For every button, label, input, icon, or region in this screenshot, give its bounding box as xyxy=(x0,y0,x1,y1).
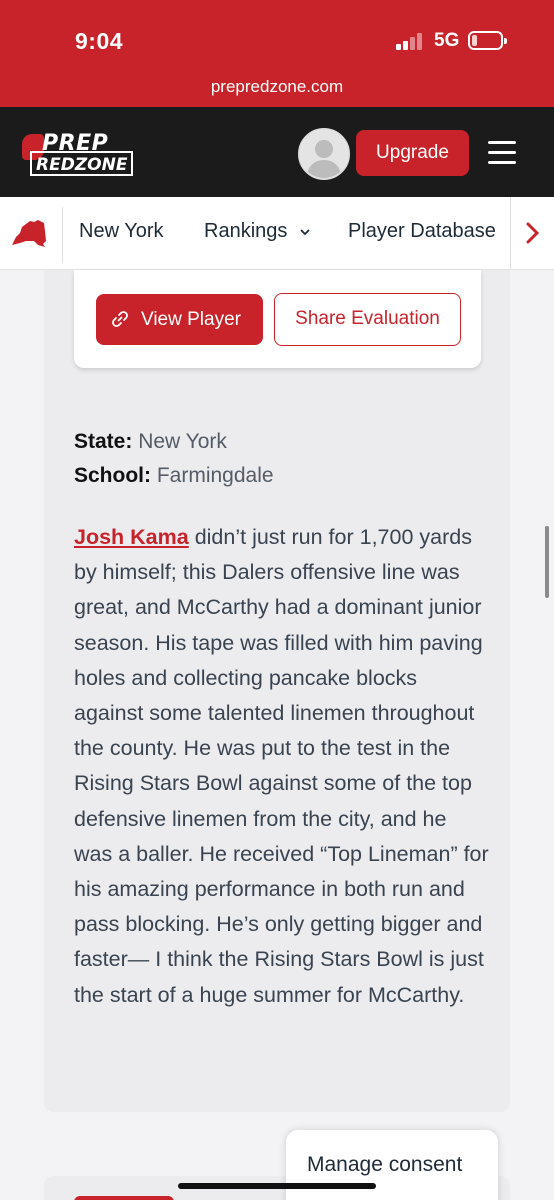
manage-consent-button[interactable]: Manage consent xyxy=(286,1130,498,1200)
chevron-down-icon xyxy=(300,229,310,235)
address-bar[interactable]: prepredzone.com xyxy=(0,77,554,97)
subnav-item-player-database[interactable]: Player Database xyxy=(348,220,496,243)
status-bar: 9:04 5G prepredzone.com xyxy=(0,0,554,107)
user-avatar[interactable] xyxy=(298,128,350,180)
state-row: State: New York xyxy=(74,430,227,453)
site-header: PREP REDZONE xyxy=(0,107,554,197)
chevron-right-icon xyxy=(526,222,540,244)
link-icon xyxy=(112,311,128,327)
site-logo[interactable]: PREP REDZONE xyxy=(22,131,150,181)
network-label: 5G xyxy=(434,30,460,51)
subnav-item-new-york[interactable]: New York xyxy=(79,220,164,243)
school-row: School: Farmingdale xyxy=(74,464,274,487)
view-player-button[interactable]: View Player xyxy=(96,294,263,345)
scrollbar[interactable] xyxy=(545,526,549,598)
subnav-item-rankings[interactable]: Rankings xyxy=(204,220,311,243)
clock: 9:04 xyxy=(75,28,124,54)
new-york-state-icon[interactable] xyxy=(8,219,52,249)
battery-icon xyxy=(468,31,507,50)
user-icon xyxy=(300,130,348,178)
subnav-divider xyxy=(62,207,63,263)
home-indicator xyxy=(178,1183,376,1189)
signal-icon xyxy=(396,33,424,50)
next-card-button xyxy=(74,1196,174,1200)
player-name-link[interactable]: Josh Kama xyxy=(74,525,189,549)
evaluation-text: Josh Kama didn’t just run for 1,700 yard… xyxy=(74,525,489,1007)
share-evaluation-button[interactable]: Share Evaluation xyxy=(274,293,461,346)
hamburger-menu-icon[interactable] xyxy=(488,141,516,165)
subnav-next-button[interactable] xyxy=(510,197,554,269)
upgrade-button[interactable]: Upgrade xyxy=(356,130,469,176)
